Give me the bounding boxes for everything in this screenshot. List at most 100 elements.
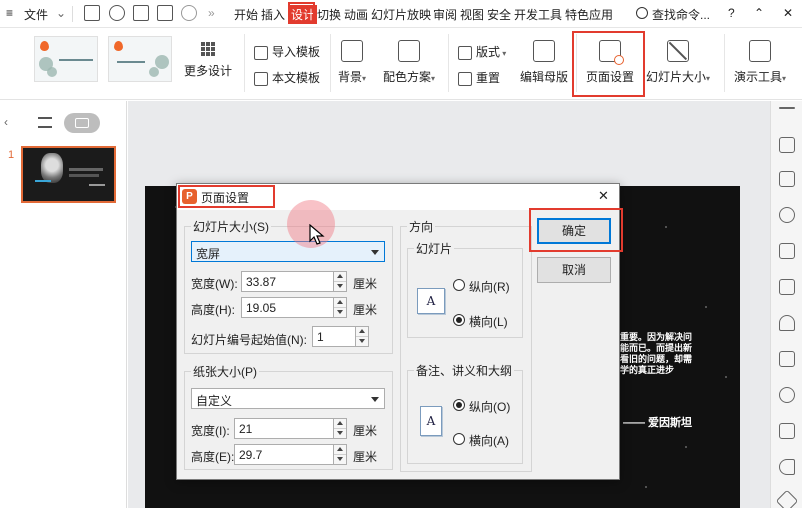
ok-button-highlight [529, 208, 623, 252]
mouse-cursor-icon [309, 224, 325, 245]
width-spinner[interactable] [333, 272, 346, 291]
copy-icon[interactable] [779, 171, 795, 187]
notes-portrait-radio[interactable] [453, 399, 465, 411]
height-input[interactable]: 19.05 [241, 297, 347, 318]
height-spinner[interactable] [333, 298, 346, 317]
tab-animation[interactable]: 动画 [344, 6, 368, 23]
cancel-button[interactable]: 取消 [537, 257, 611, 283]
background-button[interactable]: 背景▾ [338, 40, 366, 85]
dropdown-arrow-icon: ▾ [706, 74, 711, 83]
paper-size-select[interactable]: 自定义 [191, 388, 385, 409]
picture-icon[interactable] [779, 423, 795, 439]
help-icon[interactable]: ? [728, 6, 735, 20]
leaf-decoration [47, 67, 57, 77]
start-number-input[interactable]: 1 [312, 326, 369, 347]
spin-divider [356, 336, 368, 337]
clock-icon[interactable] [779, 387, 795, 403]
undo-icon[interactable] [181, 5, 197, 21]
edit-master-button[interactable]: 编辑母版 [520, 40, 568, 85]
more-arrows-icon[interactable]: » [208, 6, 215, 20]
slide-size-button[interactable]: 幻灯片大小▾ [646, 40, 710, 85]
width-input[interactable]: 33.87 [241, 271, 347, 292]
notes-portrait-label: 纵向(O) [469, 400, 511, 414]
hamburger-menu-icon[interactable]: ≡ [6, 6, 13, 20]
more-design-button[interactable]: 更多设计 [184, 42, 232, 79]
slide-size-icon [667, 40, 690, 62]
import-template-icon [254, 45, 268, 60]
width-value: 33.87 [246, 275, 277, 289]
star-icon[interactable] [779, 315, 795, 331]
tab-review[interactable]: 审阅 [433, 6, 457, 23]
shape-icon[interactable] [779, 207, 795, 223]
chevron-down-icon[interactable]: ⌄ [56, 6, 66, 20]
height-value: 19.05 [246, 301, 277, 315]
paper-width-spinner[interactable] [333, 419, 346, 438]
tab-home[interactable]: 开始 [234, 6, 258, 23]
outline-view-icon[interactable] [38, 117, 52, 128]
spin-down-icon [337, 284, 343, 288]
design-tab-highlight [288, 2, 315, 24]
slides-portrait-radio[interactable] [453, 279, 465, 291]
save-icon[interactable] [84, 5, 100, 21]
thumbnail-accent-line [35, 180, 51, 182]
tab-special[interactable]: 特色应用 [565, 6, 613, 23]
tab-view[interactable]: 视图 [460, 6, 484, 23]
theme-thumbnail-1[interactable] [34, 36, 98, 82]
this-template-button[interactable]: 本文模板 [254, 69, 320, 86]
thumbnail-text-line [69, 168, 103, 171]
magic-icon[interactable] [779, 137, 795, 153]
paper-width-value: 21 [239, 422, 253, 436]
diamond-icon[interactable] [775, 489, 799, 508]
paper-height-spinner[interactable] [333, 445, 346, 464]
print-icon[interactable] [133, 5, 149, 21]
close-icon[interactable]: ✕ [783, 6, 793, 20]
color-scheme-button[interactable]: 配色方案▾ [383, 40, 435, 85]
layout-button[interactable]: 版式 ▾ [458, 43, 506, 60]
presenter-tools-button[interactable]: 演示工具▾ [734, 40, 786, 85]
archive-icon[interactable] [779, 351, 795, 367]
export-icon[interactable] [109, 5, 125, 21]
paper-height-input[interactable]: 29.7 [234, 444, 347, 465]
chevron-up-icon[interactable]: ⌃ [754, 6, 764, 20]
slides-landscape-radio[interactable] [453, 314, 465, 326]
toolbar-divider [72, 6, 73, 22]
quote-line: 学的真正进步 [620, 365, 675, 375]
slide-size-select[interactable]: 宽屏 [191, 241, 385, 262]
tab-developer[interactable]: 开发工具 [514, 6, 562, 23]
tab-insert[interactable]: 插入 [261, 6, 285, 23]
dropdown-arrow-icon: ▾ [431, 74, 436, 83]
file-menu[interactable]: 文件 [24, 6, 48, 23]
search-icon[interactable] [636, 7, 648, 19]
theme-thumbnail-2[interactable] [108, 36, 172, 82]
tab-security[interactable]: 安全 [487, 6, 511, 23]
spin-down-icon [337, 310, 343, 314]
start-number-value: 1 [317, 330, 324, 344]
paper-size-group-label: 纸张大小(P) [191, 363, 259, 380]
this-template-label: 本文模板 [272, 71, 321, 85]
right-sidebar [770, 101, 802, 508]
spin-up-icon [337, 447, 343, 451]
thumbnail-text-line [89, 184, 105, 186]
tab-transition[interactable]: 切换 [317, 6, 341, 23]
import-template-button[interactable]: 导入模板 [254, 43, 320, 60]
paper-width-input[interactable]: 21 [234, 418, 347, 439]
tab-slideshow[interactable]: 幻灯片放映 [371, 6, 431, 23]
dialog-close-button[interactable]: ✕ [598, 188, 609, 204]
start-number-spinner[interactable] [355, 327, 368, 346]
adjust-icon[interactable] [779, 243, 795, 259]
wps-flame-icon [114, 41, 123, 51]
image-search-icon[interactable] [779, 279, 795, 295]
sound-icon[interactable] [779, 459, 795, 475]
sidebar-handle-icon[interactable] [779, 107, 795, 109]
presenter-tools-icon [749, 40, 772, 62]
slide-view-toggle[interactable] [64, 113, 100, 133]
notes-landscape-radio[interactable] [453, 433, 465, 445]
ribbon: 更多设计 导入模板 本文模板 背景▾ 配色方案▾ 版式 ▾ 重置 编辑母版 页面… [0, 28, 802, 100]
reset-button[interactable]: 重置 [458, 69, 500, 86]
search-command[interactable]: 查找命令... [652, 6, 710, 23]
slide-thumbnail[interactable] [21, 146, 116, 203]
layout-label: 版式 [476, 45, 501, 59]
print-preview-icon[interactable] [157, 5, 173, 21]
ribbon-divider [448, 34, 449, 92]
collapse-panel-icon[interactable]: ‹ [4, 115, 8, 129]
